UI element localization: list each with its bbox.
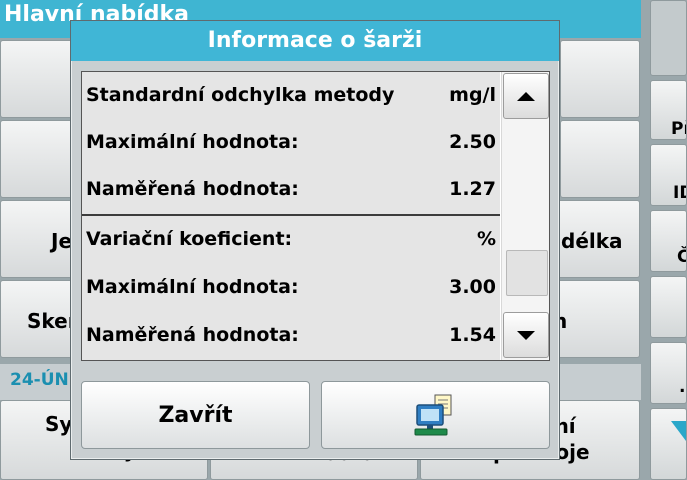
group-header-row: Standardní odchylka metody mg/l (86, 84, 496, 106)
list-item: Naměřená hodnota: 1.54 (86, 324, 496, 346)
chevron-down-icon (671, 421, 686, 441)
close-button[interactable]: Zavřít (81, 381, 310, 449)
print-button[interactable] (321, 381, 550, 449)
scroll-thumb[interactable] (506, 249, 548, 296)
right-panel-item-2[interactable]: ID (650, 144, 687, 206)
list-item: Maximální hodnota: 2.50 (86, 131, 496, 153)
arrow-up-icon (517, 91, 535, 101)
menu-tile-n[interactable]: n (548, 280, 640, 358)
right-panel-item-1[interactable]: Př (650, 80, 687, 140)
arrow-down-icon (517, 330, 535, 340)
group-header-row: Variační koeficient: % (86, 228, 496, 250)
scroll-up-button[interactable] (503, 73, 549, 119)
group-standard-deviation: Standardní odchylka metody mg/l Maximáln… (82, 72, 500, 214)
menu-tile-3[interactable] (560, 40, 640, 118)
lot-info-list[interactable]: Standardní odchylka metody mg/l Maximáln… (81, 71, 550, 361)
right-panel-scroll[interactable] (650, 408, 687, 480)
print-computer-icon (414, 394, 451, 436)
right-panel-top (650, 0, 687, 76)
right-panel-item-4[interactable] (650, 276, 687, 338)
dialog-title: Informace o šarži (71, 21, 559, 61)
scroll-down-button[interactable] (503, 312, 549, 358)
list-item: Maximální hodnota: 3.00 (86, 276, 496, 298)
status-date: 24-ÚN (10, 370, 69, 390)
group-variation-coefficient: Variační koeficient: % Maximální hodnota… (82, 216, 500, 360)
list-scrollbar[interactable] (501, 72, 549, 360)
menu-tile-delka[interactable]: délka (548, 200, 640, 278)
list-item: Naměřená hodnota: 1.27 (86, 178, 496, 200)
right-panel-item-5[interactable]: ... (650, 342, 687, 404)
right-panel-item-3[interactable]: Č (650, 210, 687, 272)
lot-info-dialog: Informace o šarži Standardní odchylka me… (70, 20, 560, 460)
menu-tile-4[interactable] (560, 120, 640, 198)
